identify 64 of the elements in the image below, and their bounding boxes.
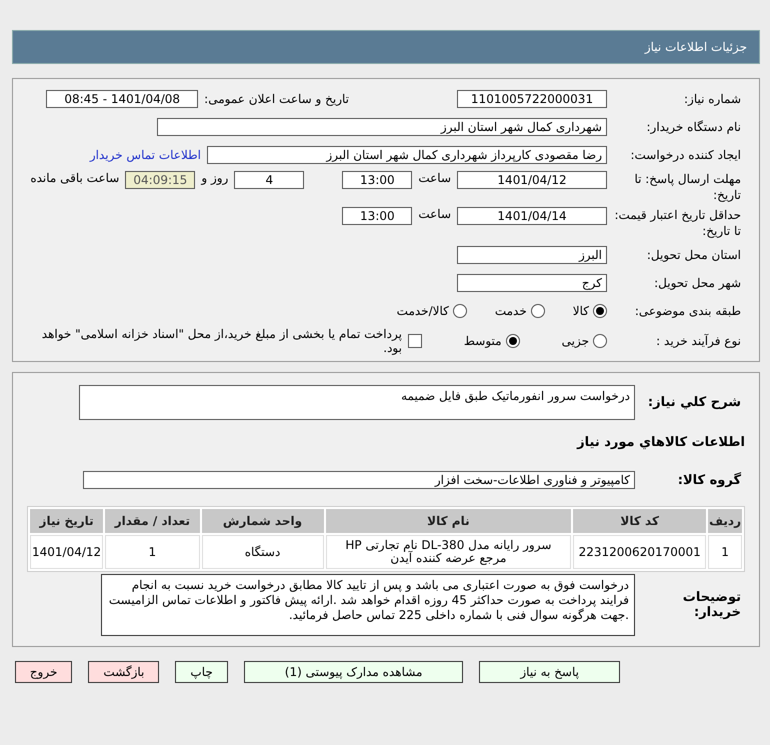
action-button[interactable]: چاپ bbox=[175, 661, 228, 683]
radio-label: جزیی bbox=[562, 334, 589, 348]
table-cell: 1401/04/12 bbox=[30, 535, 104, 569]
action-button[interactable]: پاسخ به نیاز bbox=[479, 661, 620, 683]
action-button[interactable]: مشاهده مدارک پیوستی (1) bbox=[244, 661, 464, 683]
table-cell: 2231200620170001 bbox=[573, 535, 706, 569]
radio-button[interactable] bbox=[530, 304, 545, 318]
input-field[interactable]: 13:00 bbox=[342, 171, 412, 189]
input-field[interactable]: 13:00 bbox=[342, 207, 412, 225]
field-label: مهلت ارسال پاسخ: تا تاریخ: bbox=[633, 171, 742, 203]
column-header: واحد شمارش bbox=[202, 509, 324, 533]
field-label: ساعت bbox=[418, 207, 451, 221]
column-header: کد کالا bbox=[573, 509, 706, 533]
field-label: روز و bbox=[201, 171, 228, 185]
column-header: ردیف bbox=[708, 509, 742, 533]
column-header: تاریخ نیاز bbox=[30, 509, 104, 533]
input-field[interactable]: رضا مقصودی کارپرداز شهرداری کمال شهر استان البرز bbox=[207, 146, 607, 164]
input-field[interactable]: کامپیوتر و فناوری اطلاعات-سخت افزار bbox=[83, 471, 635, 489]
contact-link[interactable]: اطلاعات تماس خریدار bbox=[90, 148, 201, 162]
field-label: گروه کالا: bbox=[676, 472, 742, 488]
field-label: نام دستگاه خریدار: bbox=[646, 120, 742, 134]
radio-button[interactable] bbox=[506, 334, 520, 348]
field-label: توضیحات خریدار: bbox=[682, 590, 742, 620]
input-field[interactable]: 1401/04/08 - 08:45 bbox=[46, 90, 198, 108]
field-label: ایجاد کننده درخواست: bbox=[629, 148, 742, 162]
radio-button[interactable] bbox=[593, 334, 607, 348]
field-label: شهر محل تحویل: bbox=[653, 276, 742, 290]
field-label: حداقل تاریخ اعتبار قیمت: تا تاریخ: bbox=[613, 207, 742, 239]
field-label: طبقه بندی موضوعی: bbox=[634, 304, 742, 318]
radio-button[interactable] bbox=[452, 304, 467, 318]
table-cell: سرور رایانه مدل DL-380 نام تجارتی HP مرجع عرضه کننده آیدن bbox=[326, 535, 572, 569]
field-label: ساعت bbox=[418, 171, 451, 185]
notes-field: درخواست فوق به صورت اعتباری می باشد و پس از تایید کالا مطابق درخواست خرید نسبت به انجام فرایند پرداخت به صورت حداکثر 45 روزه اقدام خواهد شد .ارائه پیش فاکتور و اطلاعات تماس الزامیست .جهت هرگونه سوال فنی با شماره داخلی 225 تماس حاصل فرمائید. bbox=[101, 574, 635, 636]
input-field[interactable]: کرج bbox=[457, 274, 607, 292]
input-field[interactable]: البرز bbox=[457, 246, 607, 264]
radio-label: متوسط bbox=[464, 334, 502, 348]
field-label: ساعت باقی مانده bbox=[30, 171, 120, 185]
field-label: شماره نیاز: bbox=[683, 92, 742, 106]
input-field[interactable]: 1101005722000031 bbox=[457, 90, 607, 108]
input-field[interactable]: 4 bbox=[234, 171, 304, 189]
input-field[interactable]: شهرداری کمال شهر استان البرز bbox=[157, 118, 607, 136]
radio-label: خدمت bbox=[494, 304, 527, 318]
checkbox[interactable] bbox=[408, 334, 422, 348]
input-field[interactable]: 1401/04/12 bbox=[457, 171, 607, 189]
radio-button[interactable] bbox=[593, 304, 607, 318]
payment-note: پرداخت تمام یا بخشی از مبلغ خرید،از محل "اسناد خزانه اسلامی" خواهد بود. bbox=[40, 327, 402, 355]
field-label: استان محل تحویل: bbox=[646, 248, 742, 262]
field-label: نوع فرآیند خرید : bbox=[655, 334, 742, 348]
input-field[interactable]: 1401/04/14 bbox=[457, 207, 607, 225]
table-cell: 1 bbox=[708, 535, 742, 569]
table-cell: 1 bbox=[105, 535, 200, 569]
input-field[interactable]: درخواست سرور انفورماتیک طبق فایل ضمیمه bbox=[79, 385, 635, 420]
table-cell: دستگاه bbox=[202, 535, 324, 569]
field-label: شرح كلي نياز: bbox=[646, 395, 742, 410]
action-button[interactable]: بازگشت bbox=[88, 661, 160, 683]
field-label: تاریخ و ساعت اعلان عمومی: bbox=[204, 92, 349, 106]
radio-label: كالا/خدمت bbox=[396, 304, 449, 318]
column-header: تعداد / مقدار bbox=[105, 509, 200, 533]
page-title: جزئیات اطلاعات نیاز bbox=[644, 40, 747, 54]
radio-label: كالا bbox=[572, 304, 589, 318]
countdown-field[interactable]: 04:09:15 bbox=[125, 171, 196, 189]
action-button[interactable]: خروج bbox=[14, 661, 72, 683]
column-header: نام کالا bbox=[326, 509, 572, 533]
section-heading: اطلاعات كالاهاي مورد نياز bbox=[577, 434, 745, 450]
